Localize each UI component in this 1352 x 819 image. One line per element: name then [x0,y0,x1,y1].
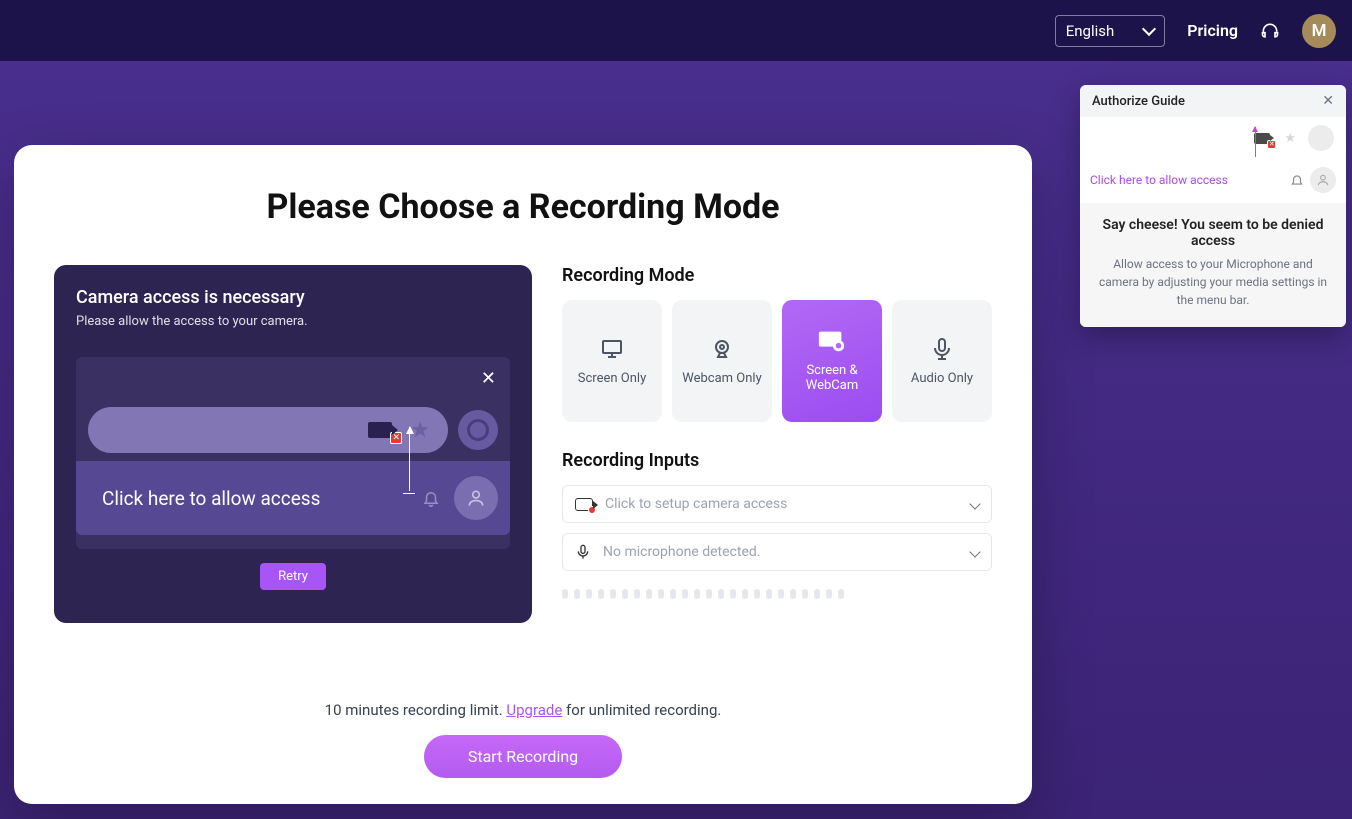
popup-close-button[interactable]: ✕ [1322,93,1334,109]
headset-icon[interactable] [1260,21,1280,41]
camera-input-select[interactable]: Click to setup camera access [562,485,992,523]
recording-inputs-title: Recording Inputs [562,450,992,471]
microphone-input-select[interactable]: No microphone detected. [562,533,992,571]
popup-title: Authorize Guide [1092,94,1185,109]
allow-access-hint: Click here to allow access [102,487,320,510]
allow-access-hint: Click here to allow access [1090,173,1228,187]
screen-webcam-icon [817,329,847,353]
bell-icon [1290,173,1304,187]
bell-icon [422,489,440,507]
star-icon: ★ [1284,131,1296,146]
person-icon [454,476,498,520]
camera-panel-heading: Camera access is necessary [76,287,510,308]
camera-blocked-icon: ✕ [368,422,392,438]
camera-access-panel: Camera access is necessary Please allow … [54,265,532,623]
authorize-guide-popup: Authorize Guide ✕ ✕ ★ Click here to allo… [1080,85,1346,327]
camera-blocked-icon: ✕ [1254,133,1270,144]
webcam-icon [707,337,737,361]
person-icon [1310,167,1336,193]
camera-panel-sub: Please allow the access to your camera. [76,314,510,329]
pointer-arrow-icon [1255,127,1256,157]
retry-button[interactable]: Retry [260,563,326,590]
microphone-icon [575,544,591,560]
profile-circle-icon [458,410,498,450]
main-card: Please Choose a Recording Mode Camera ac… [14,145,1032,804]
chevron-down-icon [969,546,980,557]
avatar[interactable]: M [1302,14,1336,48]
mode-webcam-only[interactable]: Webcam Only [672,300,772,422]
popup-description: Allow access to your Microphone and came… [1096,255,1330,309]
chevron-down-icon [1142,21,1156,35]
close-icon: ✕ [481,368,496,389]
browser-mock: ✕ ✕ ★ Click here to allow access [76,357,510,549]
circle-icon [1308,125,1334,151]
language-select[interactable]: English [1055,15,1166,47]
camera-icon [575,498,593,511]
address-bar-mock: ✕ ★ [88,407,448,453]
audio-level-meter [562,589,992,599]
upgrade-link[interactable]: Upgrade [506,701,562,719]
start-recording-button[interactable]: Start Recording [424,735,622,778]
mode-screen-and-webcam[interactable]: Screen & WebCam [782,300,882,422]
top-bar: English Pricing M [0,0,1352,61]
recording-mode-title: Recording Mode [562,265,992,286]
chevron-down-icon [969,498,980,509]
popup-heading: Say cheese! You seem to be denied access [1096,217,1330,249]
mode-screen-only[interactable]: Screen Only [562,300,662,422]
recording-limit-note: 10 minutes recording limit. Upgrade for … [14,701,1032,719]
page-title: Please Choose a Recording Mode [54,187,992,227]
pointer-arrow-icon [409,427,410,491]
monitor-icon [597,337,627,361]
language-label: English [1066,22,1115,40]
popup-guide-illustration: ✕ ★ Click here to allow access [1080,117,1346,203]
pricing-link[interactable]: Pricing [1187,21,1238,40]
mode-audio-only[interactable]: Audio Only [892,300,992,422]
microphone-icon [927,337,957,361]
